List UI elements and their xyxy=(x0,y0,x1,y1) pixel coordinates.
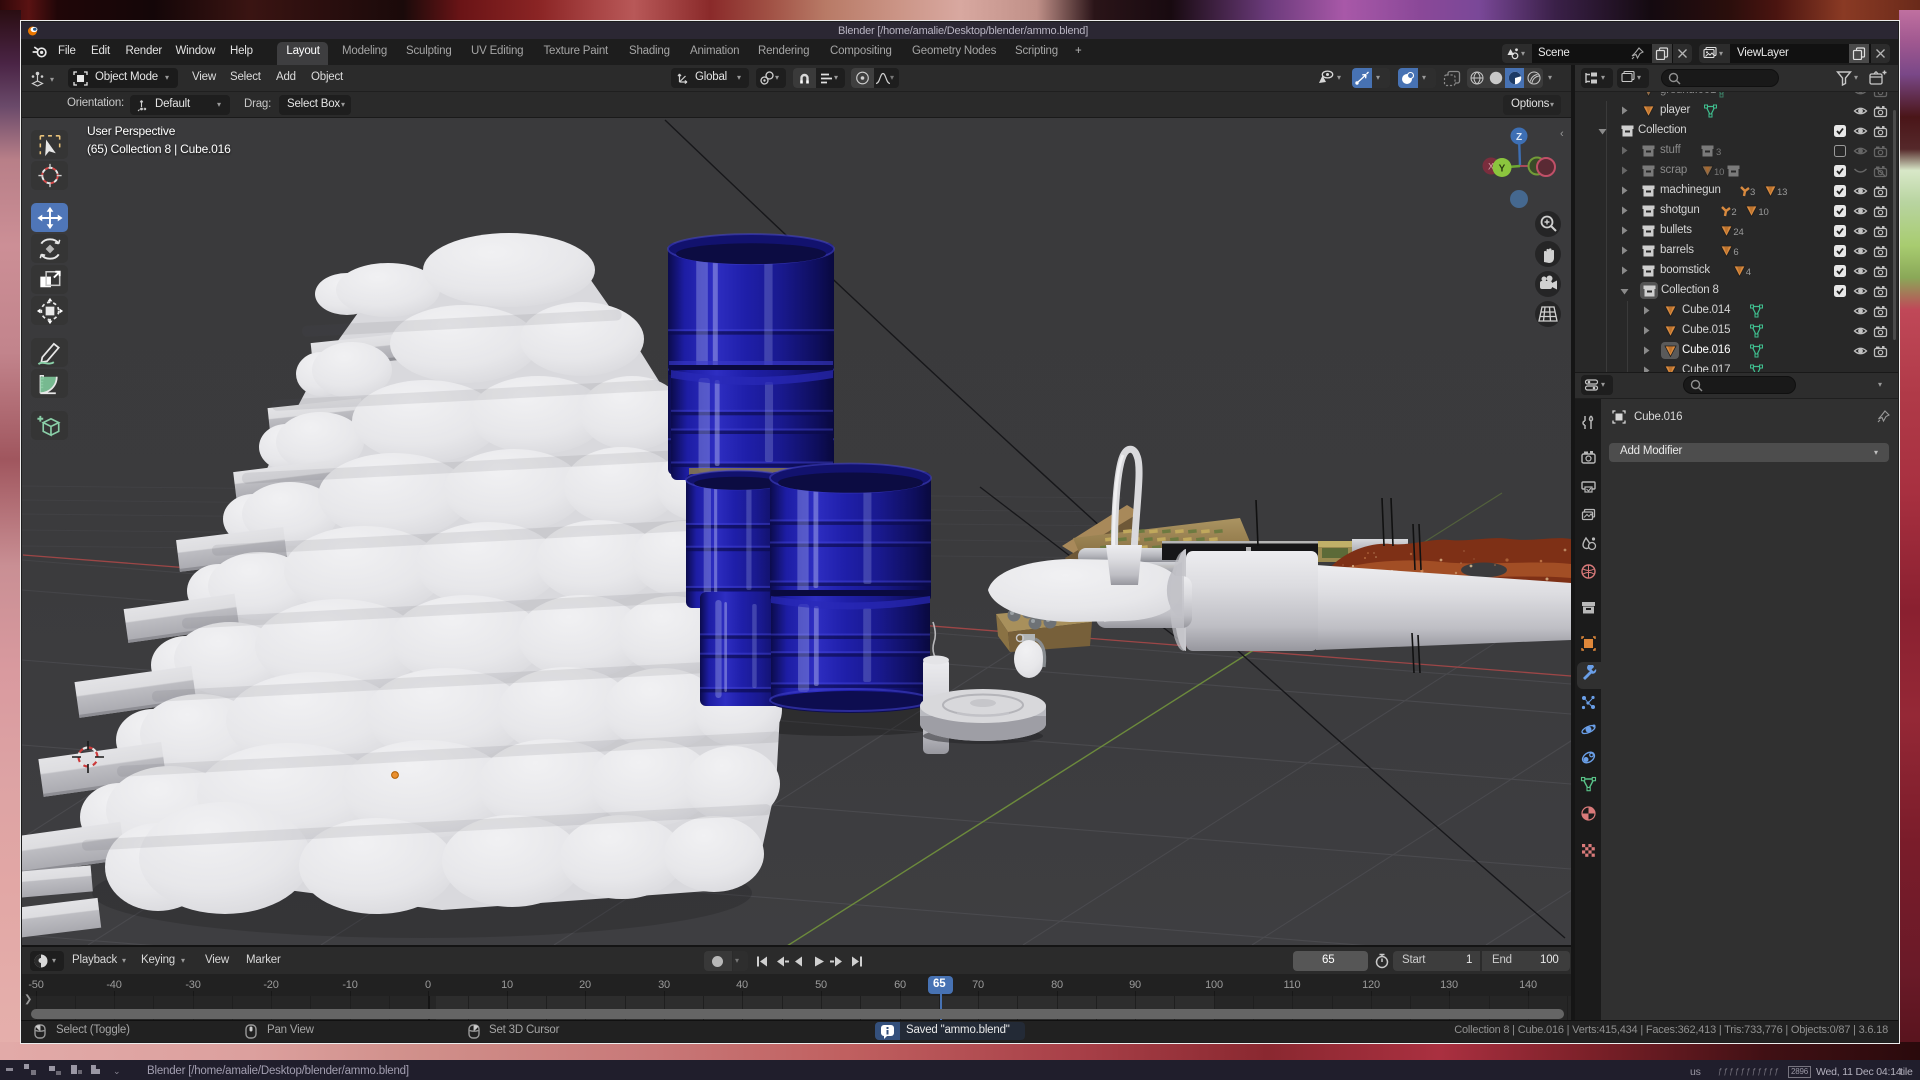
svg-text:Z: Z xyxy=(1516,132,1522,143)
svg-text:Y: Y xyxy=(1499,164,1506,175)
